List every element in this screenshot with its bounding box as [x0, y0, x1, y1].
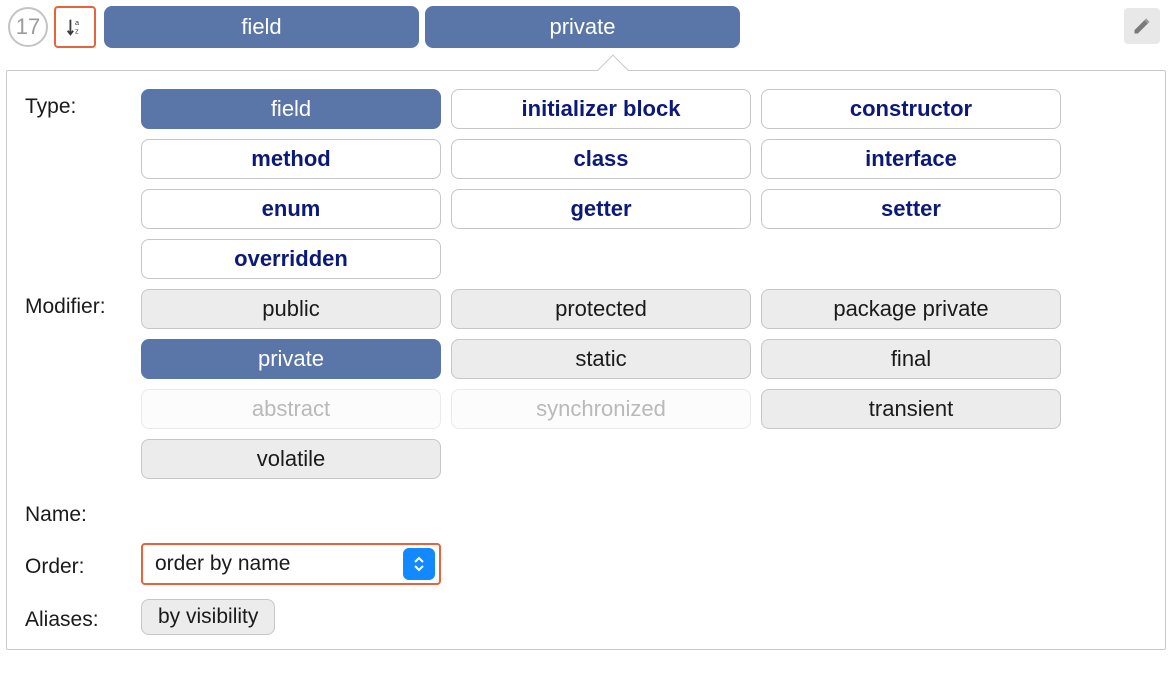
type-option-getter[interactable]: getter — [451, 189, 751, 229]
header-chip-field[interactable]: field — [104, 6, 419, 48]
header-chip-private[interactable]: private — [425, 6, 740, 48]
step-badge: 17 — [8, 7, 48, 47]
sort-az-icon: a z — [64, 16, 86, 38]
sort-az-button[interactable]: a z — [54, 6, 96, 48]
type-option-interface[interactable]: interface — [761, 139, 1061, 179]
name-label: Name: — [25, 497, 141, 527]
type-option-initializer-block[interactable]: initializer block — [451, 89, 751, 129]
type-option-overridden[interactable]: overridden — [141, 239, 441, 279]
modifier-option-final[interactable]: final — [761, 339, 1061, 379]
modifier-option-public[interactable]: public — [141, 289, 441, 329]
type-label: Type: — [25, 89, 141, 119]
type-option-class[interactable]: class — [451, 139, 751, 179]
aliases-label: Aliases: — [25, 602, 141, 632]
order-select[interactable]: order by name — [141, 543, 441, 585]
modifier-option-volatile[interactable]: volatile — [141, 439, 441, 479]
modifier-option-abstract: abstract — [141, 389, 441, 429]
modifier-option-package-private[interactable]: package private — [761, 289, 1061, 329]
svg-text:z: z — [75, 26, 79, 35]
alias-pill-by-visibility[interactable]: by visibility — [141, 599, 275, 635]
select-stepper-icon — [403, 548, 435, 580]
order-label: Order: — [25, 549, 141, 579]
type-option-setter[interactable]: setter — [761, 189, 1061, 229]
type-option-enum[interactable]: enum — [141, 189, 441, 229]
modifier-option-private[interactable]: private — [141, 339, 441, 379]
type-option-method[interactable]: method — [141, 139, 441, 179]
order-select-value: order by name — [143, 552, 403, 576]
edit-button[interactable] — [1124, 8, 1160, 44]
modifier-option-synchronized: synchronized — [451, 389, 751, 429]
modifier-option-static[interactable]: static — [451, 339, 751, 379]
type-option-constructor[interactable]: constructor — [761, 89, 1061, 129]
pencil-icon — [1132, 16, 1152, 36]
modifier-option-protected[interactable]: protected — [451, 289, 751, 329]
type-option-field[interactable]: field — [141, 89, 441, 129]
modifier-label: Modifier: — [25, 289, 141, 319]
rule-panel: Type: fieldinitializer blockconstructor m… — [6, 70, 1166, 650]
modifier-option-transient[interactable]: transient — [761, 389, 1061, 429]
